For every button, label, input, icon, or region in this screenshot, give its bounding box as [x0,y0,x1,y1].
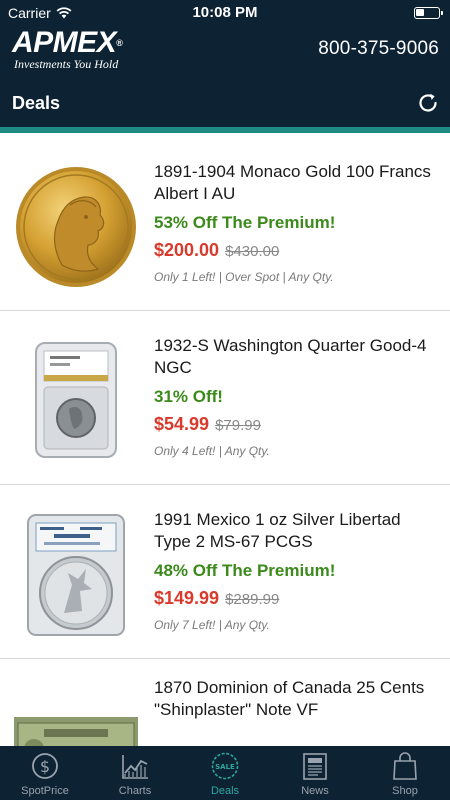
deal-promo: 48% Off The Premium! [154,561,336,580]
deal-original-price: $430.00 [225,243,280,260]
tab-shop[interactable]: Shop [360,746,450,800]
deal-price: $200.00 [154,240,220,260]
shopping-bag-icon [393,752,417,780]
svg-text:SALE: SALE [215,763,235,771]
apmex-logo[interactable]: APMEX® Investments You Hold [12,26,162,71]
tab-label: SpotPrice [21,785,69,797]
deal-availability-note: Only 7 Left! | Any Qty. [154,618,270,632]
deal-availability-note: Only 1 Left! | Over Spot | Any Qty. [154,270,334,284]
tab-charts[interactable]: Charts [90,746,180,800]
deal-promo: 53% Off The Premium! [154,213,336,232]
sale-badge-icon: SALE [211,752,239,780]
deal-price: $54.99 [154,414,210,434]
deal-row[interactable]: 1932-S Washington Quarter Good-4 NGC 31%… [0,311,450,485]
status-bar: Carrier 10:08 PM [0,0,450,26]
tab-spotprice[interactable]: $ SpotPrice [0,746,90,800]
tab-label: News [301,785,329,797]
bottom-tab-bar: $ SpotPrice Charts SALE Deals News Shop [0,746,450,800]
deal-promo: 31% Off! [154,387,223,406]
deal-title[interactable]: 1932-S Washington Quarter Good-4 NGC [154,335,438,379]
deal-original-price: $289.99 [225,591,280,608]
deals-list[interactable]: 1891-1904 Monaco Gold 100 Francs Albert … [0,137,450,746]
dollar-coin-icon: $ [32,753,58,779]
tab-news[interactable]: News [270,746,360,800]
svg-text:$: $ [40,757,50,776]
logo-tagline: Investments You Hold [14,57,119,71]
tab-label: Charts [118,785,152,797]
tab-label: Deals [210,785,240,797]
status-time: 10:08 PM [192,4,258,21]
deal-title[interactable]: 1991 Mexico 1 oz Silver Libertad Type 2 … [154,509,438,553]
deal-row[interactable]: 1991 Mexico 1 oz Silver Libertad Type 2 … [0,485,450,659]
deal-original-price: $79.99 [215,417,261,434]
graded-coin-slab-image [35,342,117,458]
graded-coin-slab-image [27,514,125,636]
refresh-icon[interactable] [416,91,440,115]
tab-deals[interactable]: SALE Deals [180,746,270,800]
deal-availability-note: Only 4 Left! | Any Qty. [154,444,270,458]
deal-title[interactable]: 1891-1904 Monaco Gold 100 Francs Albert … [154,161,438,205]
page-title: Deals [12,93,61,113]
chart-icon [122,755,148,779]
phone-number-link[interactable]: 800-375-9006 [318,38,439,60]
tab-label: Shop [392,785,418,797]
deal-title[interactable]: 1870 Dominion of Canada 25 Cents "Shinpl… [154,677,438,721]
app-header: Carrier 10:08 PM APMEX® Investments You … [0,0,450,133]
deal-price: $149.99 [154,588,220,608]
gold-coin-image [16,167,136,287]
deal-row[interactable]: 1891-1904 Monaco Gold 100 Francs Albert … [0,137,450,311]
header-accent-bar [0,127,450,133]
banknote-image [14,717,138,746]
battery-icon [414,7,443,19]
deal-row[interactable]: 1870 Dominion of Canada 25 Cents "Shinpl… [0,659,450,746]
newspaper-icon [303,753,327,780]
logo-wordmark: APMEX [12,26,117,59]
